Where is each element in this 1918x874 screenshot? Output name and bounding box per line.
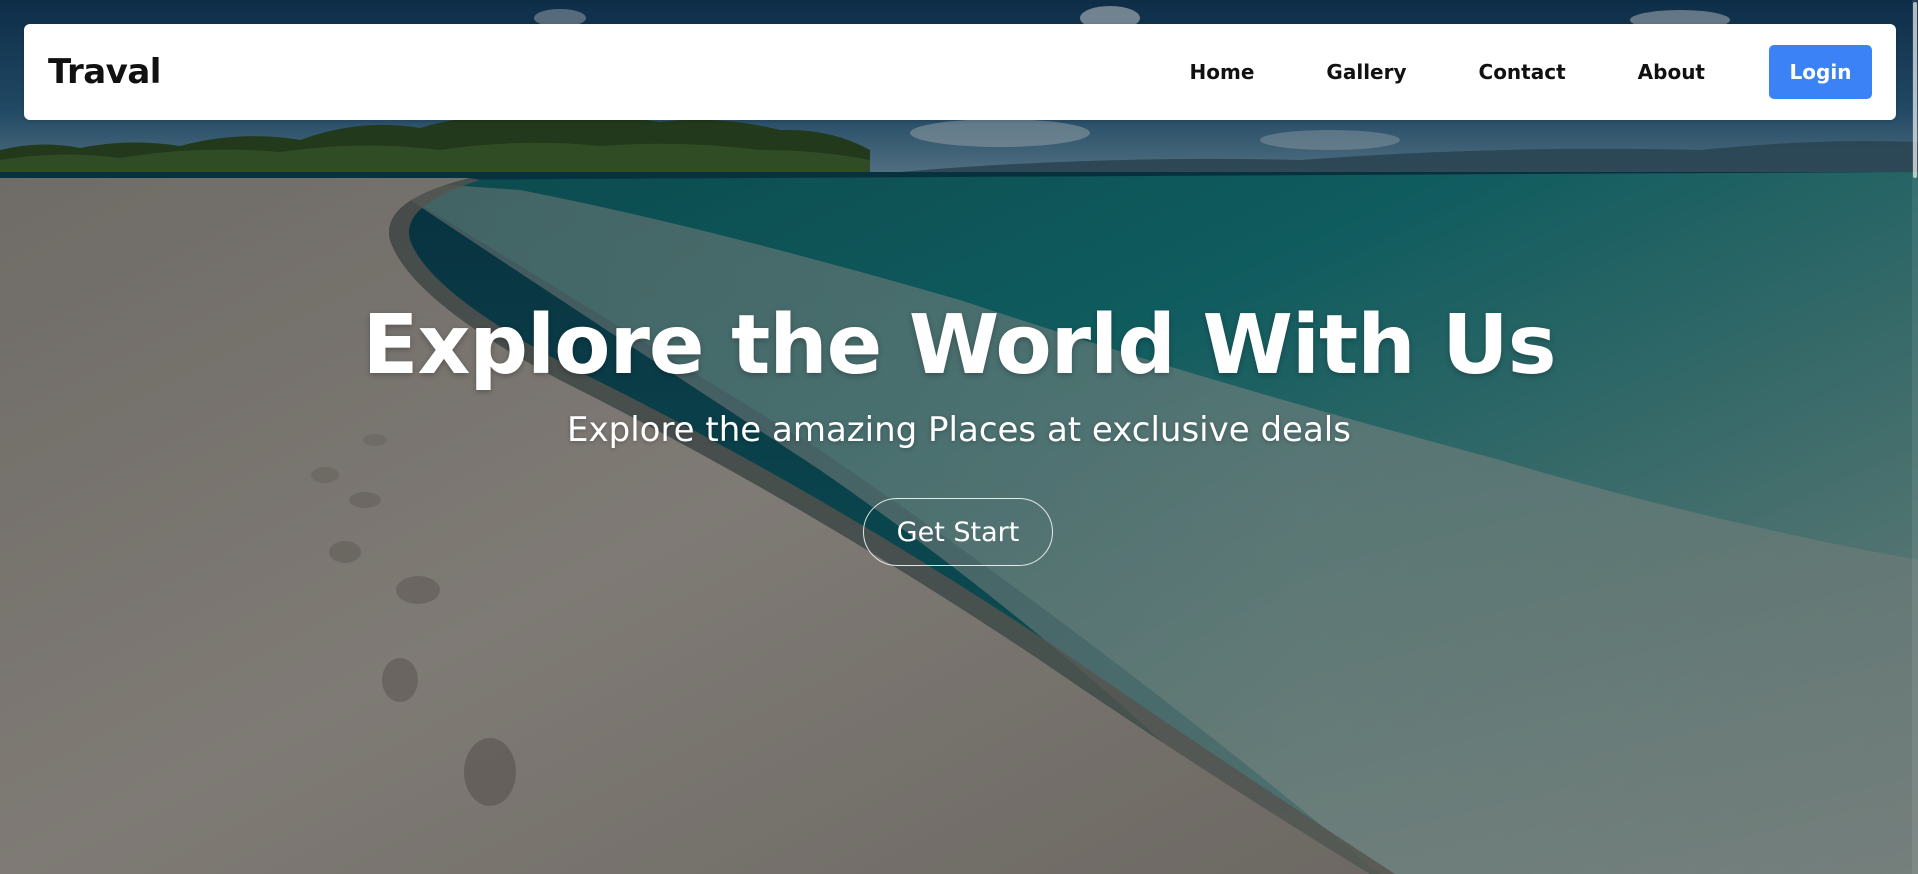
hero-title: Explore the World With Us [362,298,1556,393]
nav-link-gallery[interactable]: Gallery [1326,60,1406,84]
get-start-button[interactable]: Get Start [863,498,1053,566]
hero-subtitle: Explore the amazing Places at exclusive … [567,410,1351,450]
brand-logo[interactable]: Traval [48,52,161,92]
navbar: Traval Home Gallery Contact About Login [24,24,1896,120]
nav-links: Home Gallery Contact About Login [1190,45,1872,99]
hero-section: Traval Home Gallery Contact About Login … [0,0,1918,874]
hero-content: Explore the World With Us Explore the am… [0,296,1918,566]
page-scrollbar[interactable] [1912,0,1918,874]
login-button[interactable]: Login [1769,45,1872,99]
scrollbar-thumb[interactable] [1913,2,1917,178]
nav-link-home[interactable]: Home [1190,60,1255,84]
nav-link-contact[interactable]: Contact [1479,60,1566,84]
nav-link-about[interactable]: About [1638,60,1705,84]
